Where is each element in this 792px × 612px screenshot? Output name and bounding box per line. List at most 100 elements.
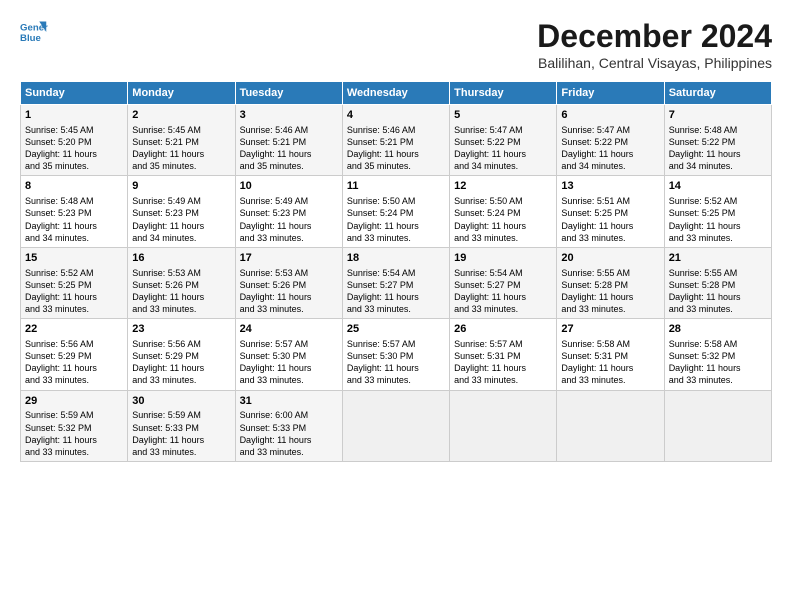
cell-info-line: and 34 minutes. — [454, 160, 552, 172]
page: General Blue December 2024 Balilihan, Ce… — [0, 0, 792, 612]
cell-5-2: 30Sunrise: 5:59 AMSunset: 5:33 PMDayligh… — [128, 390, 235, 461]
cell-info-line: Daylight: 11 hours — [454, 291, 552, 303]
cell-info-line: Sunrise: 5:54 AM — [347, 267, 445, 279]
cell-info-line: Daylight: 11 hours — [240, 148, 338, 160]
cell-info-line: Daylight: 11 hours — [669, 148, 767, 160]
cell-info-line: Sunrise: 5:49 AM — [132, 195, 230, 207]
cell-2-4: 11Sunrise: 5:50 AMSunset: 5:24 PMDayligh… — [342, 176, 449, 247]
cell-3-4: 18Sunrise: 5:54 AMSunset: 5:27 PMDayligh… — [342, 247, 449, 318]
cell-info-line: Daylight: 11 hours — [561, 362, 659, 374]
day-number: 13 — [561, 179, 659, 194]
cell-info-line: Sunrise: 5:52 AM — [669, 195, 767, 207]
logo: General Blue — [20, 18, 48, 46]
cell-info-line: Daylight: 11 hours — [132, 362, 230, 374]
cell-info-line: Sunrise: 5:53 AM — [240, 267, 338, 279]
cell-info-line: and 34 minutes. — [669, 160, 767, 172]
day-number: 18 — [347, 251, 445, 266]
cell-info-line: Sunrise: 5:59 AM — [132, 409, 230, 421]
cell-info-line: and 33 minutes. — [240, 374, 338, 386]
cell-info-line: Sunrise: 5:57 AM — [454, 338, 552, 350]
week-row-3: 15Sunrise: 5:52 AMSunset: 5:25 PMDayligh… — [21, 247, 772, 318]
cell-info-line: Sunset: 5:29 PM — [132, 350, 230, 362]
cell-4-3: 24Sunrise: 5:57 AMSunset: 5:30 PMDayligh… — [235, 319, 342, 390]
cell-info-line: Daylight: 11 hours — [25, 434, 123, 446]
cell-2-7: 14Sunrise: 5:52 AMSunset: 5:25 PMDayligh… — [664, 176, 771, 247]
day-number: 28 — [669, 322, 767, 337]
day-number: 26 — [454, 322, 552, 337]
cell-info-line: and 33 minutes. — [347, 374, 445, 386]
cell-info-line: Sunrise: 5:58 AM — [669, 338, 767, 350]
cell-info-line: Sunrise: 5:54 AM — [454, 267, 552, 279]
cell-info-line: Sunset: 5:25 PM — [25, 279, 123, 291]
cell-info-line: Sunset: 5:26 PM — [240, 279, 338, 291]
day-number: 12 — [454, 179, 552, 194]
day-number: 27 — [561, 322, 659, 337]
cell-4-5: 26Sunrise: 5:57 AMSunset: 5:31 PMDayligh… — [450, 319, 557, 390]
cell-3-1: 15Sunrise: 5:52 AMSunset: 5:25 PMDayligh… — [21, 247, 128, 318]
day-number: 17 — [240, 251, 338, 266]
cell-info-line: Sunrise: 5:47 AM — [561, 124, 659, 136]
week-row-2: 8Sunrise: 5:48 AMSunset: 5:23 PMDaylight… — [21, 176, 772, 247]
cell-info-line: Daylight: 11 hours — [25, 291, 123, 303]
col-tuesday: Tuesday — [235, 82, 342, 105]
subtitle: Balilihan, Central Visayas, Philippines — [537, 55, 772, 71]
day-number: 19 — [454, 251, 552, 266]
week-row-4: 22Sunrise: 5:56 AMSunset: 5:29 PMDayligh… — [21, 319, 772, 390]
header-row: Sunday Monday Tuesday Wednesday Thursday… — [21, 82, 772, 105]
col-monday: Monday — [128, 82, 235, 105]
cell-info-line: Daylight: 11 hours — [561, 148, 659, 160]
cell-info-line: Sunset: 5:27 PM — [347, 279, 445, 291]
cell-info-line: Sunrise: 5:46 AM — [347, 124, 445, 136]
col-sunday: Sunday — [21, 82, 128, 105]
cell-info-line: Sunrise: 5:59 AM — [25, 409, 123, 421]
cell-info-line: Sunset: 5:28 PM — [669, 279, 767, 291]
cell-info-line: and 33 minutes. — [669, 374, 767, 386]
cell-info-line: Sunrise: 5:49 AM — [240, 195, 338, 207]
cell-info-line: Sunset: 5:22 PM — [669, 136, 767, 148]
day-number: 11 — [347, 179, 445, 194]
cell-info-line: Daylight: 11 hours — [240, 434, 338, 446]
cell-info-line: Daylight: 11 hours — [25, 362, 123, 374]
logo-icon: General Blue — [20, 18, 48, 46]
cell-3-6: 20Sunrise: 5:55 AMSunset: 5:28 PMDayligh… — [557, 247, 664, 318]
day-number: 22 — [25, 322, 123, 337]
cell-info-line: Sunrise: 5:45 AM — [132, 124, 230, 136]
main-title: December 2024 — [537, 18, 772, 55]
day-number: 8 — [25, 179, 123, 194]
cell-info-line: Sunset: 5:23 PM — [25, 207, 123, 219]
cell-info-line: Sunset: 5:22 PM — [454, 136, 552, 148]
col-friday: Friday — [557, 82, 664, 105]
cell-info-line: Sunset: 5:22 PM — [561, 136, 659, 148]
cell-info-line: Daylight: 11 hours — [347, 148, 445, 160]
day-number: 1 — [25, 108, 123, 123]
cell-1-3: 3Sunrise: 5:46 AMSunset: 5:21 PMDaylight… — [235, 105, 342, 176]
cell-info-line: Sunset: 5:21 PM — [347, 136, 445, 148]
day-number: 10 — [240, 179, 338, 194]
cell-info-line: Sunset: 5:30 PM — [347, 350, 445, 362]
cell-info-line: Sunset: 5:29 PM — [25, 350, 123, 362]
day-number: 15 — [25, 251, 123, 266]
day-number: 6 — [561, 108, 659, 123]
cell-info-line: and 35 minutes. — [132, 160, 230, 172]
day-number: 25 — [347, 322, 445, 337]
cell-2-1: 8Sunrise: 5:48 AMSunset: 5:23 PMDaylight… — [21, 176, 128, 247]
day-number: 2 — [132, 108, 230, 123]
cell-info-line: and 33 minutes. — [25, 374, 123, 386]
cell-info-line: and 33 minutes. — [669, 232, 767, 244]
cell-info-line: Daylight: 11 hours — [454, 220, 552, 232]
cell-info-line: Daylight: 11 hours — [240, 220, 338, 232]
cell-info-line: Sunset: 5:24 PM — [454, 207, 552, 219]
cell-3-2: 16Sunrise: 5:53 AMSunset: 5:26 PMDayligh… — [128, 247, 235, 318]
cell-info-line: Sunrise: 5:48 AM — [669, 124, 767, 136]
cell-info-line: Daylight: 11 hours — [561, 291, 659, 303]
cell-info-line: and 34 minutes. — [561, 160, 659, 172]
cell-info-line: Sunrise: 5:53 AM — [132, 267, 230, 279]
cell-info-line: Sunset: 5:31 PM — [454, 350, 552, 362]
day-number: 4 — [347, 108, 445, 123]
cell-info-line: Sunrise: 5:55 AM — [561, 267, 659, 279]
cell-info-line: and 33 minutes. — [347, 232, 445, 244]
cell-1-6: 6Sunrise: 5:47 AMSunset: 5:22 PMDaylight… — [557, 105, 664, 176]
cell-info-line: Daylight: 11 hours — [132, 220, 230, 232]
col-wednesday: Wednesday — [342, 82, 449, 105]
day-number: 29 — [25, 394, 123, 409]
